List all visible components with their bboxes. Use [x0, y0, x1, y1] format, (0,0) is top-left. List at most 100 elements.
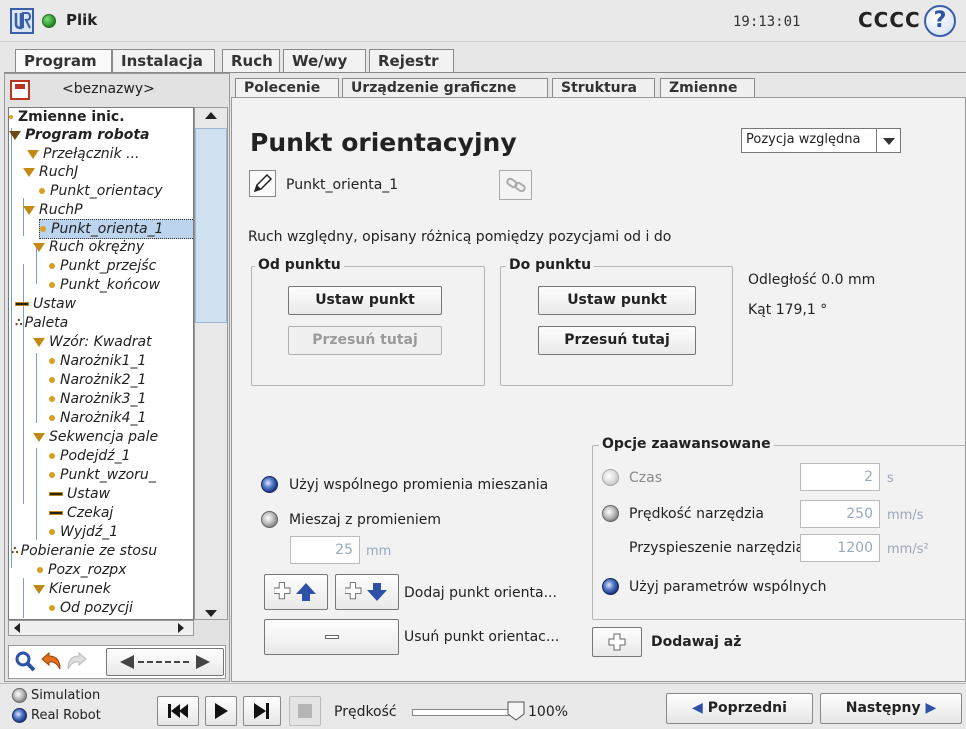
from-move-here-button[interactable]: Przesuń tutaj	[288, 326, 442, 355]
rewind-button[interactable]	[157, 696, 199, 726]
tree-node[interactable]: Program robota	[9, 126, 150, 144]
move-node-button[interactable]	[106, 648, 224, 676]
tree-node[interactable]: Podejdź_1	[49, 447, 131, 465]
arrow-right-icon: ▶	[925, 700, 937, 716]
blend-radius-radio[interactable]	[261, 511, 278, 528]
tree-node[interactable]: ∴ Paleta	[15, 314, 68, 332]
previous-button[interactable]: ◀ Poprzedni	[666, 693, 813, 724]
shared-blend-radio[interactable]	[261, 476, 278, 493]
tab-program[interactable]: Program	[15, 49, 112, 73]
tree-node[interactable]: Punkt_wzoru_	[49, 466, 156, 484]
help-icon[interactable]: ?	[924, 5, 956, 37]
tree-node[interactable]: Ustaw	[49, 485, 110, 503]
double-arrow-icon	[120, 655, 210, 669]
tree-node[interactable]: Narożnik3_1	[49, 390, 146, 408]
stop-button[interactable]	[289, 696, 321, 726]
tree-node[interactable]: Wzór: Kwadrat	[33, 333, 152, 351]
tool-speed-input[interactable]: 250	[800, 500, 880, 528]
next-button[interactable]: Następny ▶	[820, 693, 962, 724]
tree-node[interactable]: Narożnik2_1	[49, 371, 146, 389]
scroll-left-icon[interactable]	[14, 623, 20, 633]
stop-icon	[298, 704, 312, 718]
tree-node[interactable]: Ustaw	[15, 295, 76, 313]
real-robot-radio[interactable]	[12, 708, 27, 723]
tab-structure[interactable]: Struktura	[552, 78, 655, 99]
rename-button[interactable]	[249, 170, 276, 197]
pencil-icon	[253, 173, 273, 193]
tree-node-selected[interactable]: Punkt_orienta_1	[39, 219, 193, 239]
tree-node[interactable]: Kierunek	[33, 580, 111, 598]
scroll-up-icon[interactable]	[205, 112, 217, 119]
position-mode-select[interactable]: Pozycja względna	[741, 128, 901, 153]
real-robot-label: Real Robot	[31, 708, 101, 723]
from-point-legend: Od punktu	[255, 257, 344, 273]
scrollbar-thumb[interactable]	[195, 128, 227, 323]
tree-node[interactable]: Punkt_końcow	[49, 276, 160, 294]
time-radio[interactable]	[602, 469, 619, 486]
tab-log[interactable]: Rejestr	[369, 49, 454, 73]
to-set-point-button[interactable]: Ustaw punkt	[538, 286, 696, 315]
scroll-right-icon[interactable]	[178, 623, 184, 633]
add-until-button[interactable]	[592, 627, 642, 657]
tree-node[interactable]: Narożnik1_1	[49, 352, 146, 370]
tool-accel-input[interactable]: 1200	[800, 534, 880, 562]
remove-waypoint-label: Usuń punkt orientac...	[404, 629, 560, 645]
speed-value: 100%	[528, 704, 569, 720]
tree-node[interactable]: RuchJ	[23, 163, 78, 181]
tab-graphics[interactable]: Urządzenie graficzne	[342, 78, 548, 99]
shared-blend-label: Użyj wspólnego promienia mieszania	[289, 477, 549, 493]
tree-node[interactable]: Ruch okrężny	[33, 238, 144, 256]
search-icon[interactable]	[14, 650, 36, 672]
distance-readout: Odległość 0.0 mm	[748, 272, 876, 288]
speed-slider-track[interactable]	[412, 709, 514, 716]
tree-node[interactable]: RuchP	[23, 201, 83, 219]
add-waypoint-before-button[interactable]	[264, 574, 328, 610]
tree-node[interactable]: ∴ Pobieranie ze stosu	[11, 542, 157, 560]
remove-waypoint-button[interactable]	[264, 619, 399, 655]
time-unit: s	[887, 471, 894, 486]
tree-node[interactable]: Pozx_rozpx	[37, 561, 126, 579]
add-waypoint-after-button[interactable]	[335, 574, 399, 610]
shared-params-radio[interactable]	[602, 578, 619, 595]
tool-speed-label: Prędkość narzędzia	[629, 506, 764, 522]
blend-radius-label: Mieszaj z promieniem	[289, 512, 441, 528]
file-menu[interactable]: Plik	[66, 11, 97, 29]
play-button[interactable]	[205, 696, 237, 726]
tab-installation[interactable]: Instalacja	[112, 49, 215, 73]
clock: 19:13:01	[733, 14, 801, 30]
tree-node[interactable]: Przełącznik ...	[27, 145, 139, 163]
tree-node[interactable]: Zmienne inic.	[9, 108, 125, 126]
tree-horizontal-scrollbar[interactable]	[8, 620, 194, 636]
tab-variables[interactable]: Zmienne	[660, 78, 755, 99]
tool-speed-radio[interactable]	[602, 505, 619, 522]
simulation-label: Simulation	[31, 688, 101, 703]
waypoint-name: Punkt_orienta_1	[286, 177, 399, 193]
blend-radius-input[interactable]: 25	[290, 536, 360, 564]
tab-io[interactable]: We/wy	[283, 49, 366, 73]
to-move-here-button[interactable]: Przesuń tutaj	[538, 326, 696, 355]
tree-node[interactable]: Sekwencja pale	[33, 428, 158, 446]
from-set-point-button[interactable]: Ustaw punkt	[288, 286, 442, 315]
step-button[interactable]	[243, 696, 281, 726]
position-mode-value: Pozycja względna	[746, 132, 861, 147]
program-tree[interactable]: Zmienne inic. Program robota Przełącznik…	[8, 107, 194, 620]
link-button[interactable]	[499, 170, 532, 200]
tab-move[interactable]: Ruch	[222, 49, 280, 73]
status-indicator-icon	[42, 14, 56, 28]
chevron-down-icon	[876, 129, 900, 152]
tree-node[interactable]: Wyjdź_1	[49, 523, 118, 541]
undo-icon[interactable]	[40, 651, 62, 671]
time-input[interactable]: 2	[800, 463, 880, 491]
tree-node[interactable]: Narożnik4_1	[49, 409, 146, 427]
tree-node[interactable]: Punkt_orientacy	[39, 182, 163, 200]
save-icon[interactable]	[10, 80, 30, 100]
description-text: Ruch względny, opisany różnicą pomiędzy …	[248, 229, 672, 245]
tool-accel-unit: mm/s²	[887, 542, 929, 557]
tree-node[interactable]: Od pozycji	[49, 599, 133, 617]
tree-node[interactable]: Czekaj	[49, 504, 113, 522]
speed-slider-handle[interactable]	[506, 700, 526, 722]
tree-node[interactable]: Punkt_przejśc	[49, 257, 156, 275]
scroll-down-icon[interactable]	[205, 610, 217, 617]
redo-icon[interactable]	[66, 651, 88, 671]
simulation-radio[interactable]	[12, 688, 27, 703]
